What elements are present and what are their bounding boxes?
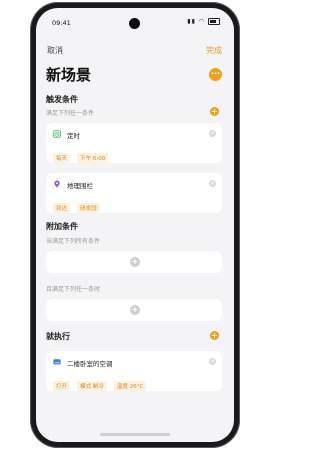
trigger-section-title: 触发条件 xyxy=(46,95,78,104)
action-card-ac[interactable]: 二楼卧室的空调 × 打开 模式 制冷 温度 26°C xyxy=(46,351,222,391)
status-time: 09:41 xyxy=(52,19,71,27)
tag: 温度 26°C xyxy=(113,381,147,391)
remove-icon[interactable]: × xyxy=(209,130,216,137)
additional-section-title: 附加条件 xyxy=(46,222,78,231)
battery-icon xyxy=(208,18,220,25)
status-bar: 09:41 ▮▮ ◠ xyxy=(36,8,234,32)
plus-icon: + xyxy=(130,305,140,315)
done-button[interactable]: 完成 xyxy=(206,45,222,56)
more-icon[interactable]: ··· xyxy=(209,68,222,81)
add-trigger-icon[interactable]: + xyxy=(210,107,219,116)
plus-icon: + xyxy=(130,257,140,267)
location-pin-icon xyxy=(54,180,60,188)
alarm-clock-icon xyxy=(53,130,61,138)
action-card-title: 二楼卧室的空调 xyxy=(67,360,113,368)
page-title: 新场景 xyxy=(46,66,92,84)
tag: 下午 6:00 xyxy=(77,153,109,163)
additional-all-subtitle: 当满足下列所有条件 xyxy=(46,238,101,245)
remove-icon[interactable]: × xyxy=(209,358,216,365)
cancel-button[interactable]: 取消 xyxy=(47,45,63,56)
home-indicator[interactable] xyxy=(100,433,170,436)
tag: 每天 xyxy=(53,153,71,163)
tag-list: 每天 下午 6:00 xyxy=(53,145,110,164)
remove-icon[interactable]: × xyxy=(209,180,216,187)
status-icons: ▮▮ ◠ xyxy=(187,18,220,25)
tag-list: 到达 研发园 xyxy=(53,195,102,214)
wifi-icon: ◠ xyxy=(198,18,206,25)
trigger-section-subtitle: 满足下列任一条件 xyxy=(46,110,95,117)
tag-list: 打开 模式 制冷 温度 26°C xyxy=(53,373,148,392)
air-conditioner-icon xyxy=(53,359,61,365)
additional-any-subtitle: 且满足下列任一条时 xyxy=(46,286,101,293)
add-all-condition-card[interactable]: + xyxy=(46,251,222,273)
trigger-card-timer[interactable]: 定时 × 每天 下午 6:00 xyxy=(46,123,222,163)
signal-icon: ▮▮ xyxy=(187,18,196,25)
screen: 09:41 ▮▮ ◠ 取消 完成 新场景 ··· 触发条件 满足下列任一条件 +… xyxy=(36,8,234,442)
tag: 模式 制冷 xyxy=(77,381,107,391)
trigger-card-title: 地理围栏 xyxy=(67,182,93,190)
trigger-card-geofence[interactable]: 地理围栏 × 到达 研发园 xyxy=(46,173,222,213)
tag: 打开 xyxy=(53,381,71,391)
add-action-icon[interactable]: + xyxy=(210,331,219,340)
add-any-condition-card[interactable]: + xyxy=(46,299,222,321)
front-camera xyxy=(129,18,140,29)
tag: 研发园 xyxy=(77,203,100,213)
trigger-card-title: 定时 xyxy=(67,132,80,140)
tag: 到达 xyxy=(53,203,71,213)
action-section-title: 就执行 xyxy=(46,332,70,341)
